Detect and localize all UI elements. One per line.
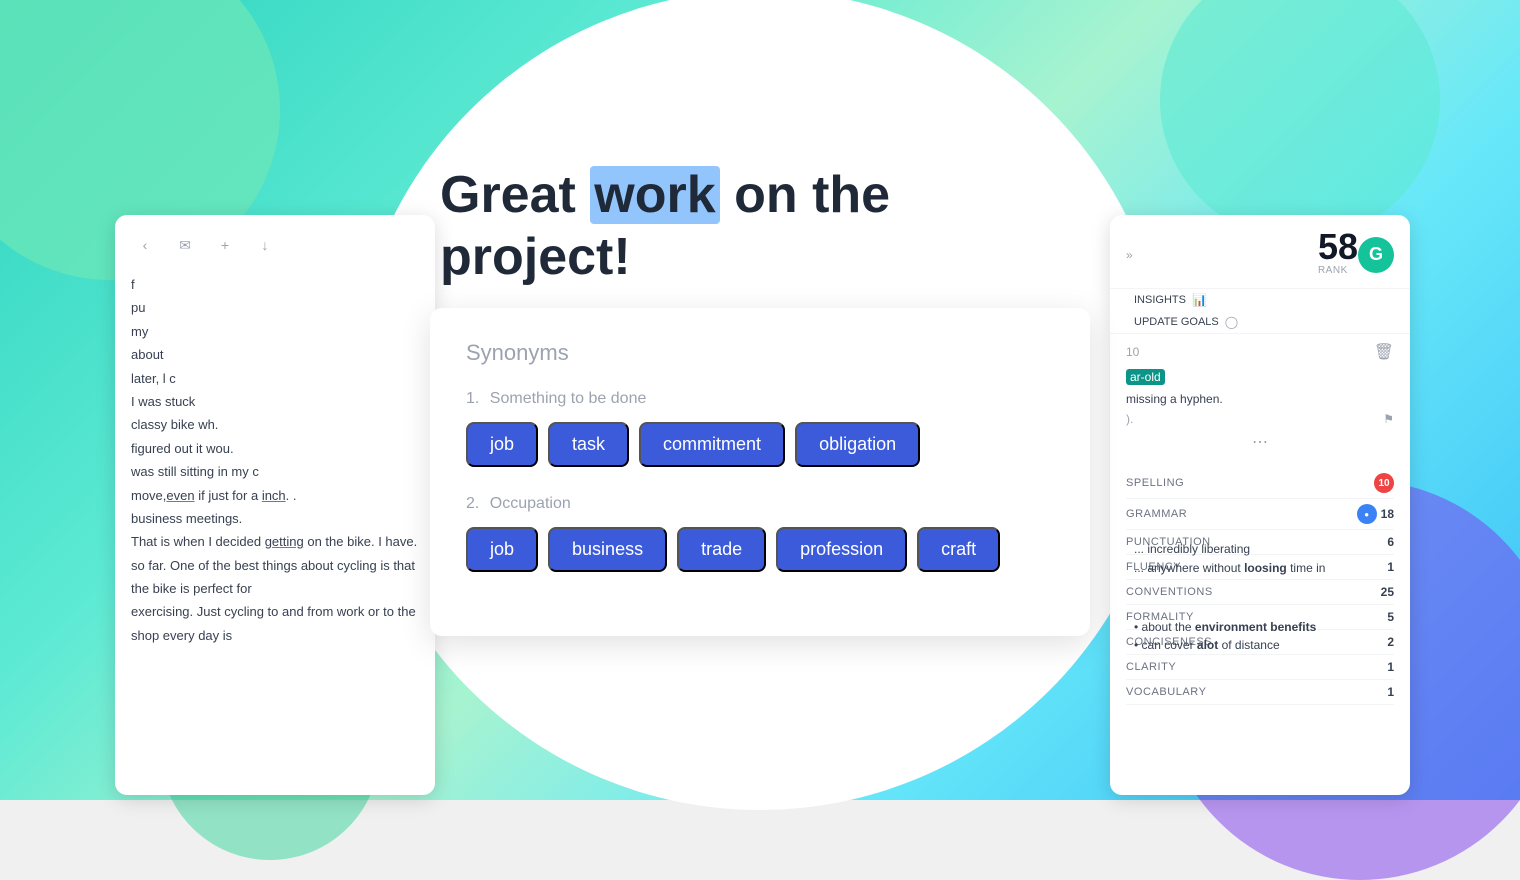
section-1-number: 1.: [466, 390, 479, 407]
section-2-label: Occupation: [490, 495, 571, 512]
chip-task[interactable]: task: [548, 422, 629, 467]
synonym-section-2: 2. Occupation job business trade profess…: [466, 495, 1054, 572]
title-highlighted-word: work: [590, 166, 719, 224]
chip-obligation[interactable]: obligation: [795, 422, 920, 467]
synonyms-title: Synonyms: [466, 340, 1054, 366]
section-1-title: 1. Something to be done: [466, 390, 1054, 408]
synonym-section-1: 1. Something to be done job task commitm…: [466, 390, 1054, 467]
main-content-wrapper: Great work on the project! Synonyms 1. S…: [0, 0, 1520, 800]
chip-job-1[interactable]: job: [466, 422, 538, 467]
synonym-card: Synonyms 1. Something to be done job tas…: [430, 308, 1090, 636]
chip-craft[interactable]: craft: [917, 527, 1000, 572]
main-content: Great work on the project! Synonyms 1. S…: [350, 164, 1170, 637]
section-2-chips: job business trade profession craft: [466, 527, 1054, 572]
section-2-number: 2.: [466, 495, 479, 512]
title-prefix: Great: [440, 166, 590, 224]
chip-job-2[interactable]: job: [466, 527, 538, 572]
chip-profession[interactable]: profession: [776, 527, 907, 572]
section-2-title: 2. Occupation: [466, 495, 1054, 513]
section-1-chips: job task commitment obligation: [466, 422, 1054, 467]
chip-commitment[interactable]: commitment: [639, 422, 785, 467]
chip-trade[interactable]: trade: [677, 527, 766, 572]
chip-business[interactable]: business: [548, 527, 667, 572]
page-title: Great work on the project!: [440, 164, 1080, 289]
section-1-label: Something to be done: [490, 390, 647, 407]
